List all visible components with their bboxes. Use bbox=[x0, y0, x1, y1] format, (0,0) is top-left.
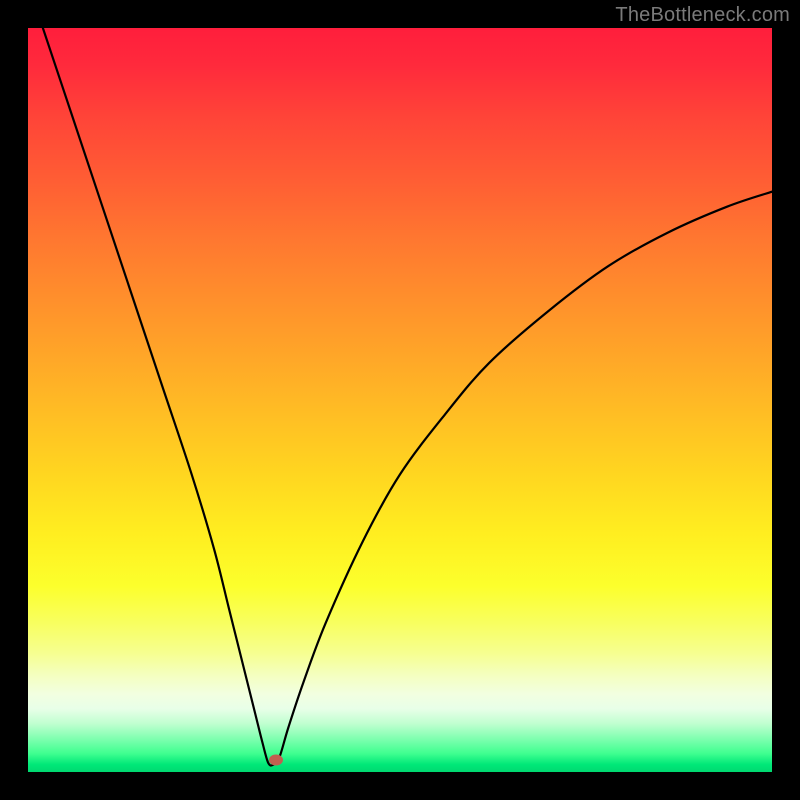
watermark-text: TheBottleneck.com bbox=[615, 4, 790, 27]
chart-frame: TheBottleneck.com bbox=[0, 0, 800, 800]
optimal-point-marker bbox=[269, 755, 283, 766]
bottleneck-curve bbox=[28, 28, 772, 772]
plot-area bbox=[28, 28, 772, 772]
